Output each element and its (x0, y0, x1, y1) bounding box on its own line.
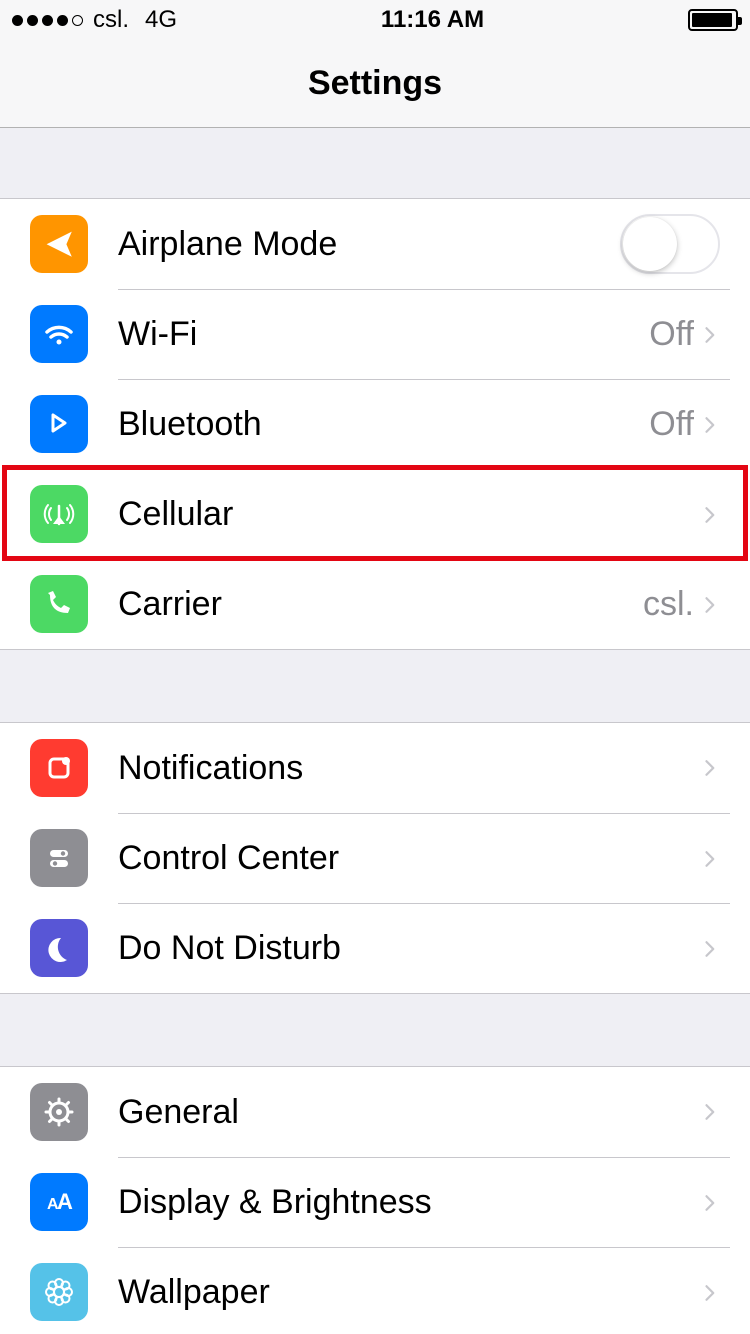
settings-group: General Display & Brightness Wallpaper (0, 1066, 750, 1334)
settings-row-bluetooth[interactable]: BluetoothOff (0, 379, 750, 469)
settings-list: Airplane ModeWi-FiOffBluetoothOffCellula… (0, 128, 750, 1334)
row-detail: Off (649, 315, 694, 354)
row-label: Carrier (118, 585, 643, 624)
notifications-icon (30, 739, 88, 797)
wifi-icon (30, 305, 88, 363)
settings-row-airplane[interactable]: Airplane Mode (0, 199, 750, 289)
airplane-icon (30, 215, 88, 273)
moon-icon (30, 919, 88, 977)
settings-row-dnd[interactable]: Do Not Disturb (0, 903, 750, 993)
toggle-airplane[interactable] (620, 214, 720, 274)
chevron-right-icon (702, 1096, 720, 1128)
chevron-right-icon (702, 843, 720, 875)
row-detail: csl. (643, 585, 694, 624)
row-label: Wallpaper (118, 1273, 702, 1312)
cellular-icon (30, 485, 88, 543)
row-label: Airplane Mode (118, 225, 620, 264)
gear-icon (30, 1083, 88, 1141)
network-type-label: 4G (145, 6, 177, 34)
chevron-right-icon (702, 1187, 720, 1219)
row-label: Do Not Disturb (118, 929, 702, 968)
settings-row-wallpaper[interactable]: Wallpaper (0, 1247, 750, 1334)
chevron-right-icon (702, 409, 720, 441)
status-left: csl. 4G (12, 6, 177, 34)
wallpaper-icon (30, 1263, 88, 1321)
status-bar: csl. 4G 11:16 AM (0, 0, 750, 40)
chevron-right-icon (702, 752, 720, 784)
settings-group: Notifications Control Center Do Not Distur… (0, 722, 750, 994)
chevron-right-icon (702, 1277, 720, 1309)
chevron-right-icon (702, 589, 720, 621)
row-label: Cellular (118, 495, 702, 534)
settings-row-general[interactable]: General (0, 1067, 750, 1157)
row-label: Wi-Fi (118, 315, 649, 354)
row-label: General (118, 1093, 702, 1132)
carrier-label: csl. (93, 6, 129, 34)
settings-row-cellular[interactable]: Cellular (0, 469, 750, 559)
settings-row-control-center[interactable]: Control Center (0, 813, 750, 903)
control-center-icon (30, 829, 88, 887)
battery-fill (692, 13, 732, 27)
display-icon (30, 1173, 88, 1231)
row-label: Control Center (118, 839, 702, 878)
nav-bar: Settings (0, 40, 750, 128)
chevron-right-icon (702, 933, 720, 965)
settings-row-wifi[interactable]: Wi-FiOff (0, 289, 750, 379)
signal-strength-icon (12, 15, 83, 26)
status-right (688, 9, 738, 31)
battery-icon (688, 9, 738, 31)
chevron-right-icon (702, 499, 720, 531)
row-label: Notifications (118, 749, 702, 788)
row-label: Bluetooth (118, 405, 649, 444)
page-title: Settings (308, 64, 442, 103)
row-label: Display & Brightness (118, 1183, 702, 1222)
chevron-right-icon (702, 319, 720, 351)
settings-group: Airplane ModeWi-FiOffBluetoothOffCellula… (0, 198, 750, 650)
row-detail: Off (649, 405, 694, 444)
bluetooth-icon (30, 395, 88, 453)
settings-row-display[interactable]: Display & Brightness (0, 1157, 750, 1247)
phone-icon (30, 575, 88, 633)
settings-row-notifications[interactable]: Notifications (0, 723, 750, 813)
settings-row-carrier[interactable]: Carriercsl. (0, 559, 750, 649)
clock-label: 11:16 AM (381, 6, 484, 34)
